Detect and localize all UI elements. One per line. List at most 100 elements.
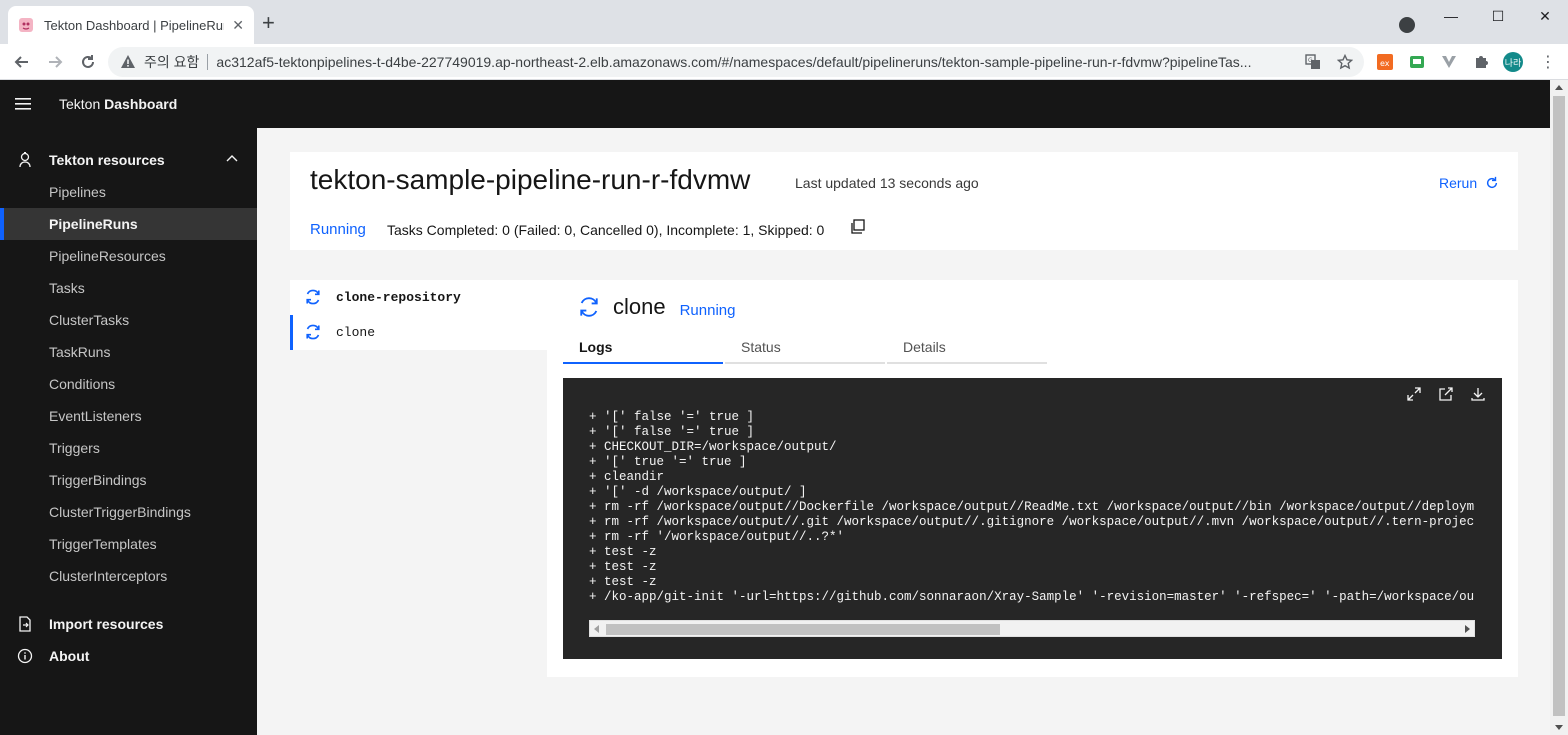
app-header: Tekton Dashboard [0, 80, 1550, 128]
log-line: + test -z [589, 575, 657, 589]
app-brand[interactable]: Tekton Dashboard [59, 96, 177, 112]
sidebar: Tekton resources Pipelines PipelineRuns … [0, 128, 257, 735]
step-header: clone Running [577, 294, 735, 320]
task-tree: clone-repository clone [290, 280, 547, 350]
sidebar-item-pipelineruns[interactable]: PipelineRuns [0, 208, 257, 240]
sidebar-section-title: Tekton resources [49, 152, 165, 168]
browser-menu-icon[interactable]: ⋮ [1540, 52, 1556, 72]
sidebar-item-clusterinterceptors[interactable]: ClusterInterceptors [0, 560, 257, 592]
running-spinner-icon [304, 288, 322, 306]
sidebar-item-pipelines[interactable]: Pipelines [0, 176, 257, 208]
warning-icon[interactable] [120, 54, 136, 70]
task-tree-item-clone-repository[interactable]: clone-repository [290, 280, 547, 315]
browser-tab[interactable]: Tekton Dashboard | PipelineRuns ✕ [8, 6, 254, 44]
sidebar-item-taskruns[interactable]: TaskRuns [0, 336, 257, 368]
running-spinner-icon [304, 323, 322, 341]
download-icon[interactable] [1462, 386, 1494, 402]
scroll-up-icon[interactable] [1555, 85, 1563, 90]
sidebar-item-clustertasks[interactable]: ClusterTasks [0, 304, 257, 336]
chevron-up-icon[interactable] [226, 154, 238, 162]
sidebar-item-about[interactable]: About [0, 640, 257, 672]
info-icon [17, 648, 33, 664]
tab-details[interactable]: Details [887, 332, 1047, 364]
svg-text:G: G [1308, 57, 1313, 64]
log-line: + rm -rf /workspace/output//Dockerfile /… [589, 500, 1475, 514]
back-arrow-icon [14, 56, 28, 68]
tab-logs[interactable]: Logs [563, 332, 723, 364]
tasks-summary: Tasks Completed: 0 (Failed: 0, Cancelled… [387, 222, 825, 238]
extension-v-icon[interactable] [1440, 53, 1458, 71]
tekton-favicon-icon [18, 17, 34, 33]
reload-button[interactable] [77, 51, 99, 73]
sidebar-item-triggers[interactable]: Triggers [0, 432, 257, 464]
scroll-down-icon[interactable] [1555, 725, 1563, 730]
task-tree-step-clone[interactable]: clone [290, 315, 547, 350]
extension-green-icon[interactable] [1408, 53, 1426, 71]
minimize-button[interactable]: — [1441, 8, 1461, 24]
browser-tabstrip: Tekton Dashboard | PipelineRuns ✕ + — ☐ … [0, 0, 1568, 44]
import-resources-label: Import resources [49, 616, 164, 632]
task-name: clone-repository [336, 290, 461, 305]
rerun-button[interactable]: Rerun [1439, 175, 1499, 191]
rerun-label: Rerun [1439, 175, 1478, 191]
launch-icon[interactable] [1430, 386, 1462, 402]
log-line: + '[' true '=' true ] [589, 455, 747, 469]
sidebar-item-eventlisteners[interactable]: EventListeners [0, 400, 257, 432]
extensions-puzzle-icon[interactable] [1472, 53, 1490, 71]
bookmark-star-icon[interactable] [1337, 54, 1353, 70]
sidebar-item-clustertriggerbindings[interactable]: ClusterTriggerBindings [0, 496, 257, 528]
log-toolbar [1398, 386, 1494, 402]
extension-orange-icon[interactable]: ex [1376, 53, 1394, 71]
tab-search-icon[interactable] [1399, 17, 1415, 33]
address-divider [207, 54, 209, 70]
sidebar-section-tekton-resources[interactable]: Tekton resources [0, 144, 257, 176]
about-label: About [49, 648, 90, 664]
page-title: tekton-sample-pipeline-run-r-fdvmw [310, 164, 751, 195]
log-content: + '[' false '=' true ] + '[' false '=' tr… [589, 410, 1475, 610]
log-line: + test -z [589, 560, 657, 574]
step-details-panel: clone Running Logs Status Details + '[' … [547, 280, 1518, 677]
url-text[interactable]: ac312af5-tektonpipelines-t-d4be-22774901… [216, 54, 1286, 70]
browser-tab-title: Tekton Dashboard | PipelineRuns [44, 17, 224, 33]
address-bar[interactable]: 주의 요함 ac312af5-tektonpipelines-t-d4be-22… [108, 47, 1364, 77]
sidebar-item-import-resources[interactable]: Import resources [0, 608, 257, 640]
sidebar-item-pipelineresources[interactable]: PipelineResources [0, 240, 257, 272]
maximize-button[interactable]: ☐ [1488, 8, 1508, 25]
document-import-icon [17, 616, 33, 632]
close-tab-icon[interactable]: ✕ [232, 17, 244, 34]
last-updated-text: Last updated 13 seconds ago [795, 175, 979, 191]
back-button[interactable] [11, 51, 33, 73]
scroll-left-icon[interactable] [594, 625, 599, 633]
log-line: + '[' false '=' true ] [589, 410, 755, 424]
profile-avatar[interactable]: 나라 [1503, 52, 1523, 72]
sidebar-item-tasks[interactable]: Tasks [0, 272, 257, 304]
forward-arrow-icon [49, 56, 63, 68]
log-horizontal-scrollbar[interactable] [589, 620, 1475, 637]
log-line: + test -z [589, 545, 657, 559]
running-spinner-icon [577, 295, 601, 319]
maximize-icon[interactable] [1398, 386, 1430, 402]
log-viewer: + '[' false '=' true ] + '[' false '=' tr… [563, 378, 1502, 659]
browser-toolbar: 주의 요함 ac312af5-tektonpipelines-t-d4be-22… [0, 44, 1568, 80]
tab-status[interactable]: Status [725, 332, 885, 364]
translate-icon[interactable]: G [1305, 54, 1321, 70]
log-line: + CHECKOUT_DIR=/workspace/output/ [589, 440, 837, 454]
hamburger-icon [15, 98, 31, 110]
page-vertical-scrollbar[interactable] [1550, 80, 1568, 735]
log-line: + /ko-app/git-init '-url=https://github.… [589, 590, 1475, 604]
sidebar-item-conditions[interactable]: Conditions [0, 368, 257, 400]
menu-toggle-button[interactable] [0, 80, 48, 128]
sidebar-item-triggertemplates[interactable]: TriggerTemplates [0, 528, 257, 560]
run-status-text: Running [310, 221, 366, 238]
scrollbar-thumb[interactable] [606, 624, 1000, 635]
window-close-button[interactable]: ✕ [1535, 8, 1555, 25]
pipelinerun-header: tekton-sample-pipeline-run-r-fdvmw Last … [290, 152, 1518, 250]
forward-button[interactable] [44, 51, 66, 73]
sidebar-item-triggerbindings[interactable]: TriggerBindings [0, 464, 257, 496]
scroll-right-icon[interactable] [1465, 625, 1470, 633]
scrollbar-thumb[interactable] [1553, 96, 1565, 716]
svg-text:ex: ex [1380, 59, 1390, 68]
new-tab-button[interactable]: + [262, 12, 275, 34]
brand-prefix: Tekton [59, 96, 105, 112]
copy-icon[interactable] [850, 219, 866, 235]
